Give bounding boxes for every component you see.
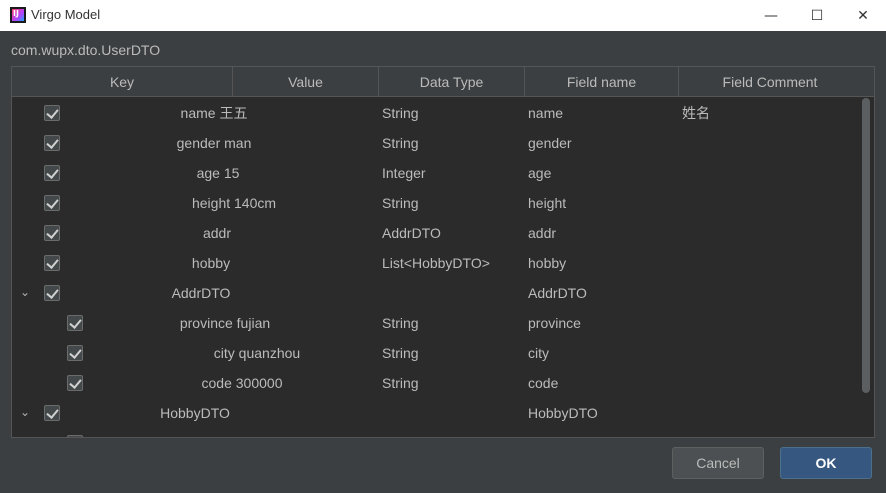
row-field-name[interactable]: age (528, 158, 551, 188)
row-checkbox[interactable] (44, 135, 60, 151)
row-checkbox[interactable] (44, 405, 60, 421)
intellij-app-icon (10, 7, 26, 23)
row-data-type[interactable]: String (382, 98, 419, 128)
table-row[interactable]: height 140cm String height (12, 188, 860, 218)
row-key: city quanzhou (213, 345, 301, 361)
row-data-type[interactable]: String (382, 188, 419, 218)
table-header: Key Value Data Type Field name Field Com… (12, 67, 874, 97)
title-bar: Virgo Model — ☐ ✕ (0, 0, 886, 31)
row-field-name[interactable]: AddrDTO (528, 278, 587, 308)
row-field-name[interactable]: city (528, 338, 549, 368)
table-row[interactable]: code 300000 String code (12, 368, 860, 398)
row-data-type[interactable]: String (382, 308, 419, 338)
row-data-type[interactable]: String (382, 128, 419, 158)
row-data-type[interactable]: Integer (382, 158, 426, 188)
table-row[interactable]: city quanzhou String city (12, 338, 860, 368)
table-row-partial[interactable] (12, 428, 860, 437)
row-checkbox[interactable] (44, 255, 60, 271)
row-key: AddrDTO (171, 285, 231, 301)
column-header-value[interactable]: Value (233, 67, 379, 97)
row-checkbox[interactable] (44, 285, 60, 301)
row-data-type[interactable]: List<HobbyDTO> (382, 248, 490, 278)
ok-button[interactable]: OK (780, 447, 872, 479)
row-data-type[interactable]: String (382, 338, 419, 368)
row-data-type[interactable]: String (382, 368, 419, 398)
table-row[interactable]: age 15 Integer age (12, 158, 860, 188)
row-field-name[interactable]: HobbyDTO (528, 398, 598, 428)
row-field-name[interactable]: hobby (528, 248, 566, 278)
table-row[interactable]: gender man String gender (12, 128, 860, 158)
row-key: province fujian (179, 315, 271, 331)
row-field-name[interactable]: name (528, 98, 563, 128)
row-key: height 140cm (191, 195, 277, 211)
row-key: name 王五 (180, 105, 248, 121)
row-key: code 300000 (201, 375, 283, 391)
column-header-field-comment[interactable]: Field Comment (679, 67, 861, 97)
minimize-button[interactable]: — (748, 0, 794, 31)
column-header-data-type[interactable]: Data Type (379, 67, 525, 97)
row-key: HobbyDTO (160, 405, 230, 421)
row-key: gender man (176, 135, 252, 151)
row-checkbox[interactable] (67, 375, 83, 391)
row-key: hobby (191, 255, 231, 271)
maximize-button[interactable]: ☐ (794, 0, 840, 31)
row-field-name[interactable]: addr (528, 218, 556, 248)
row-data-type[interactable]: AddrDTO (382, 218, 441, 248)
row-checkbox[interactable] (44, 105, 60, 121)
class-name-label: com.wupx.dto.UserDTO (11, 42, 161, 58)
vertical-scrollbar[interactable] (860, 98, 874, 437)
table-row[interactable]: addr AddrDTO addr (12, 218, 860, 248)
table-row[interactable]: name 王五 String name 姓名 (12, 98, 860, 128)
model-table: Key Value Data Type Field name Field Com… (11, 66, 875, 438)
close-button[interactable]: ✕ (840, 0, 886, 31)
row-checkbox[interactable] (67, 315, 83, 331)
scrollbar-thumb[interactable] (862, 98, 870, 393)
column-header-key[interactable]: Key (12, 67, 233, 97)
row-field-name[interactable]: height (528, 188, 566, 218)
table-row[interactable]: ⌄ HobbyDTO HobbyDTO (12, 398, 860, 428)
table-body: name 王五 String name 姓名 gender man String gende… (12, 98, 860, 437)
table-row[interactable]: ⌄ AddrDTO AddrDTO (12, 278, 860, 308)
table-row[interactable]: hobby List<HobbyDTO> hobby (12, 248, 860, 278)
row-checkbox[interactable] (67, 345, 83, 361)
window-title: Virgo Model (31, 7, 101, 22)
chevron-down-icon[interactable]: ⌄ (18, 405, 32, 419)
row-field-name[interactable]: code (528, 368, 558, 398)
row-key: age 15 (196, 165, 240, 181)
row-checkbox[interactable] (67, 435, 83, 437)
row-field-name[interactable]: province (528, 308, 581, 338)
column-header-field-name[interactable]: Field name (525, 67, 679, 97)
cancel-button[interactable]: Cancel (672, 447, 764, 479)
row-key: addr (202, 225, 232, 241)
row-checkbox[interactable] (44, 225, 60, 241)
row-field-comment[interactable]: 姓名 (682, 98, 710, 128)
row-field-name[interactable]: gender (528, 128, 572, 158)
row-checkbox[interactable] (44, 195, 60, 211)
table-row[interactable]: province fujian String province (12, 308, 860, 338)
chevron-down-icon[interactable]: ⌄ (18, 285, 32, 299)
row-checkbox[interactable] (44, 165, 60, 181)
